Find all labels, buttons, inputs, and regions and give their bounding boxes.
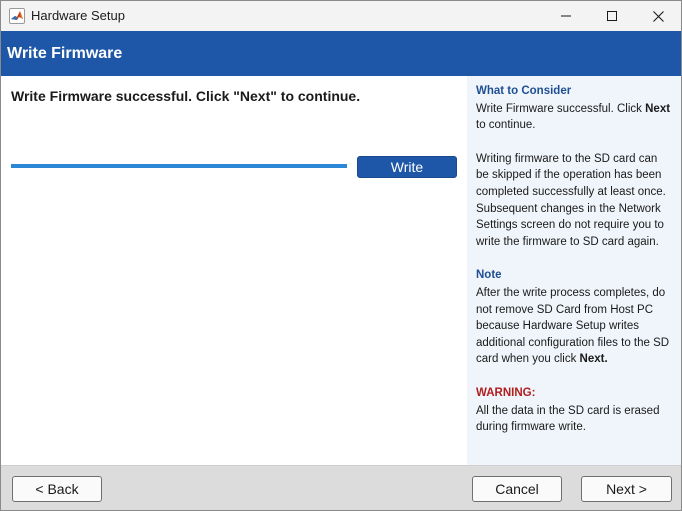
consider-next-keyword: Next (645, 102, 671, 115)
cancel-button[interactable]: Cancel (472, 476, 562, 502)
close-button[interactable] (635, 1, 681, 31)
note-paragraph: After the write process completes, do no… (476, 285, 673, 368)
note-heading: Note (476, 269, 502, 282)
title-bar[interactable]: Hardware Setup (1, 1, 681, 31)
note-text: After the write process completes, do no… (476, 286, 670, 366)
page-header: Write Firmware (1, 31, 681, 76)
hardware-setup-window: Hardware Setup Write Firmware Write Firm… (0, 0, 682, 511)
consider-text: Write Firmware successful. Click (476, 102, 646, 115)
page-title: Write Firmware (7, 45, 123, 62)
maximize-icon (607, 11, 617, 21)
help-panel: What to Consider Write Firmware successf… (467, 76, 681, 465)
progress-bar (11, 164, 347, 168)
maximize-button[interactable] (589, 1, 635, 31)
back-button[interactable]: < Back (12, 476, 102, 502)
main-panel: Write Firmware successful. Click "Next" … (1, 76, 467, 465)
minimize-button[interactable] (543, 1, 589, 31)
matlab-logo-icon (9, 8, 25, 24)
write-button[interactable]: Write (357, 156, 457, 178)
consider-paragraph-1: Write Firmware successful. Click Next to… (476, 101, 673, 134)
minimize-icon (561, 11, 571, 21)
status-message: Write Firmware successful. Click "Next" … (11, 88, 361, 104)
consider-text-end: to continue. (476, 119, 536, 132)
close-icon (652, 10, 664, 22)
next-button[interactable]: Next > (581, 476, 672, 502)
warning-paragraph: All the data in the SD card is erased du… (476, 404, 660, 434)
what-to-consider-heading: What to Consider (476, 85, 572, 97)
footer-bar: < Back Cancel Next > (1, 465, 681, 510)
note-next-keyword: Next. (579, 353, 608, 366)
consider-paragraph-2: Writing firmware to the SD card can be s… (476, 152, 666, 248)
window-title: Hardware Setup (31, 8, 125, 23)
progress-bar-fill (11, 164, 347, 168)
warning-heading: WARNING: (476, 386, 536, 399)
